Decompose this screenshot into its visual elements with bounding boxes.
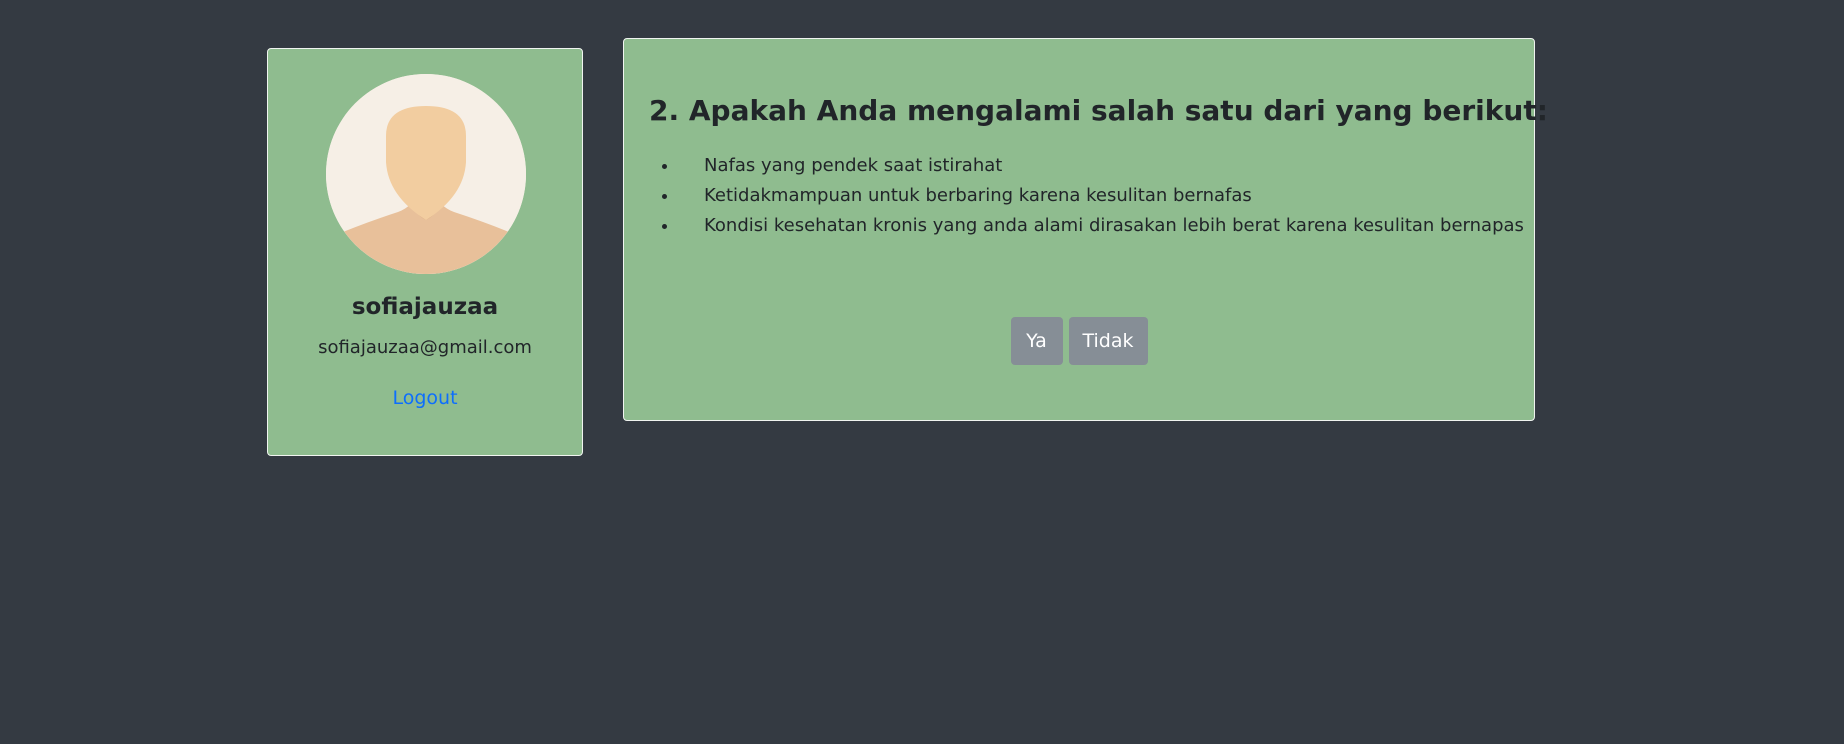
user-silhouette-icon: [326, 74, 526, 274]
symptom-item: Kondisi kesehatan kronis yang anda alami…: [679, 211, 1524, 241]
question-title: 2. Apakah Anda mengalami salah satu dari…: [649, 94, 1548, 127]
question-card: 2. Apakah Anda mengalami salah satu dari…: [623, 38, 1548, 421]
no-button[interactable]: Tidak: [1068, 317, 1148, 365]
profile-card: sofiajauzaa sofiajauzaa@gmail.com Logout: [267, 48, 583, 456]
avatar: [326, 74, 526, 274]
symptom-item: Nafas yang pendek saat istirahat: [679, 151, 1524, 181]
answer-buttons: Ya Tidak: [624, 317, 1534, 365]
yes-button[interactable]: Ya: [1010, 317, 1063, 365]
symptom-list: Nafas yang pendek saat istirahat Ketidak…: [649, 151, 1524, 241]
username: sofiajauzaa: [351, 294, 499, 320]
symptom-item: Ketidakmampuan untuk berbaring karena ke…: [679, 181, 1524, 211]
user-email: sofiajauzaa@gmail.com: [318, 337, 532, 358]
logout-link[interactable]: Logout: [268, 387, 582, 409]
